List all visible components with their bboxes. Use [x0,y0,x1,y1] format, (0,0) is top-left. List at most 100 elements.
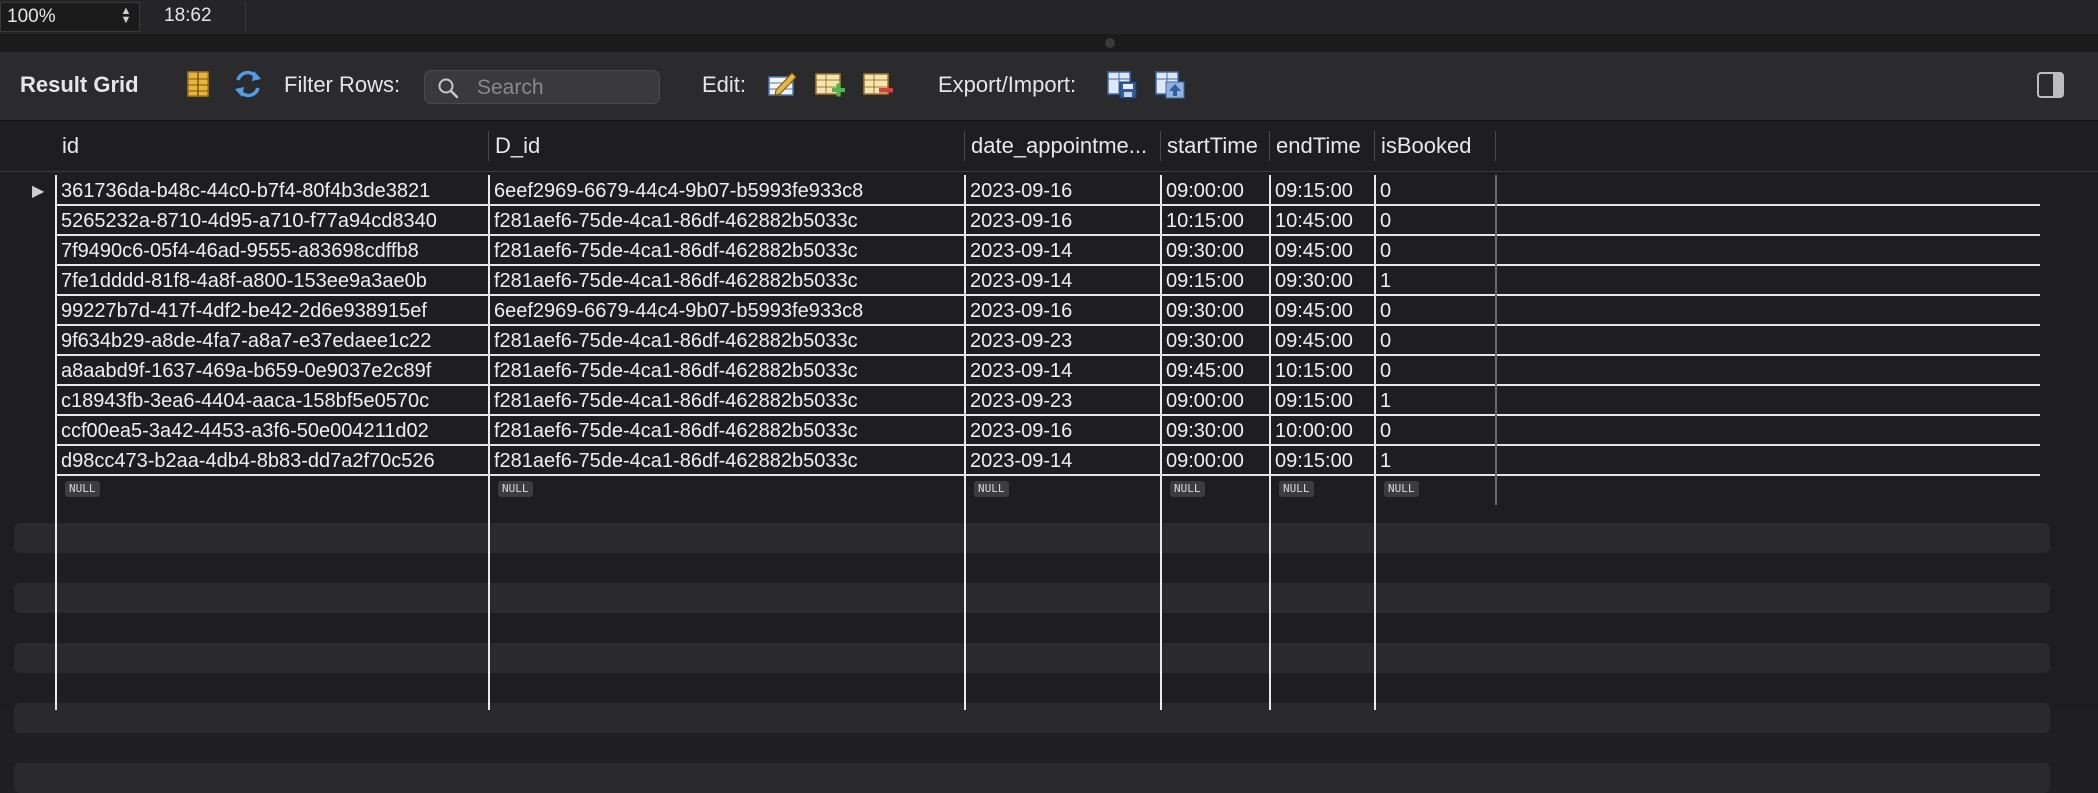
cell-date-appointment[interactable]: 2023-09-16 [964,417,1160,445]
cell-start-time[interactable]: 09:30:00 [1160,327,1269,355]
result-grid-title: Result Grid [20,72,139,97]
cell-d-id[interactable]: f281aef6-75de-4ca1-86df-462882b5033c [488,327,964,355]
table-row[interactable]: ▶ 361736da-b48c-44c0-b7f4-80f4b3de3821 6ee… [0,177,2040,206]
cell-is-booked[interactable]: 0 [1374,327,1494,355]
cell-d-id[interactable]: f281aef6-75de-4ca1-86df-462882b5033c [488,267,964,295]
form-editor-icon[interactable] [182,68,214,100]
cell-id[interactable]: 7fe1dddd-81f8-4a8f-a800-153ee9a3ae0b [55,267,488,295]
cell-id[interactable]: d98cc473-b2aa-4db4-8b83-dd7a2f70c526 [55,447,488,475]
table-row[interactable]: d98cc473-b2aa-4db4-8b83-dd7a2f70c526 f281… [0,447,2040,476]
cell-start-time[interactable]: 10:15:00 [1160,207,1269,235]
new-row[interactable]: NULL NULL NULL NULL NULL NULL [0,477,2040,507]
table-row[interactable]: 7fe1dddd-81f8-4a8f-a800-153ee9a3ae0b f281… [0,267,2040,296]
column-divider[interactable] [488,131,489,161]
grid-body[interactable]: ▶ 361736da-b48c-44c0-b7f4-80f4b3de3821 6ee… [0,175,2098,793]
zoom-stepper-icon[interactable]: ▲ ▼ [119,6,133,27]
table-row[interactable]: 7f9490c6-05f4-46ad-9555-a83698cdffb8 f281… [0,237,2040,266]
column-header-is-booked[interactable]: isBooked [1376,121,1494,171]
cell-start-time[interactable]: 09:30:00 [1160,417,1269,445]
cell-end-time[interactable]: 09:45:00 [1269,237,1374,265]
cell-is-booked[interactable]: 1 [1374,447,1494,475]
edit-row-icon[interactable] [766,68,798,100]
cell-start-time[interactable]: 09:45:00 [1160,357,1269,385]
column-header-start-time[interactable]: startTime [1162,121,1269,171]
splitter-handle-icon[interactable] [1105,38,1115,48]
column-divider[interactable] [1374,131,1375,161]
zoom-select[interactable]: 100% ▲ ▼ [0,2,140,32]
cell-d-id[interactable]: 6eef2969-6679-44c4-9b07-b5993fe933c8 [488,297,964,325]
cell-id[interactable]: 361736da-b48c-44c0-b7f4-80f4b3de3821 [55,177,488,205]
cell-id[interactable]: 7f9490c6-05f4-46ad-9555-a83698cdffb8 [55,237,488,265]
cell-is-booked[interactable]: 0 [1374,357,1494,385]
cell-end-time[interactable]: 09:30:00 [1269,267,1374,295]
cell-end-time[interactable]: 09:45:00 [1269,297,1374,325]
cell-d-id[interactable]: f281aef6-75de-4ca1-86df-462882b5033c [488,417,964,445]
result-grid[interactable]: id D_id date_appointme... startTime endT… [0,121,2098,793]
cell-date-appointment[interactable]: 2023-09-16 [964,207,1160,235]
cell-end-time[interactable]: 09:15:00 [1269,177,1374,205]
cell-id[interactable]: 5265232a-8710-4d95-a710-f77a94cd8340 [55,207,488,235]
cell-end-time[interactable]: 10:15:00 [1269,357,1374,385]
cell-date-appointment[interactable]: 2023-09-23 [964,387,1160,415]
cell-is-booked[interactable]: 0 [1374,207,1494,235]
cell-id[interactable]: 99227b7d-417f-4df2-be42-2d6e938915ef [55,297,488,325]
cell-is-booked[interactable]: 0 [1374,237,1494,265]
cell-is-booked[interactable]: 0 [1374,297,1494,325]
cell-start-time[interactable]: 09:30:00 [1160,297,1269,325]
table-row[interactable]: a8aabd9f-1637-469a-b659-0e9037e2c89f f281… [0,357,2040,386]
cell-end-time[interactable]: 09:15:00 [1269,387,1374,415]
column-divider[interactable] [1495,131,1496,161]
sidebar-toggle-icon[interactable] [2036,70,2066,100]
cell-id[interactable]: 9f634b29-a8de-4fa7-a8a7-e37edaee1c22 [55,327,488,355]
cell-start-time[interactable]: 09:00:00 [1160,387,1269,415]
column-header-d-id[interactable]: D_id [490,121,964,171]
import-icon[interactable] [1154,68,1186,100]
cell-date-appointment[interactable]: 2023-09-23 [964,327,1160,355]
add-row-icon[interactable] [814,68,846,100]
column-divider[interactable] [964,131,965,161]
table-row[interactable]: 99227b7d-417f-4df2-be42-2d6e938915ef 6eef… [0,297,2040,326]
cell-date-appointment[interactable]: 2023-09-14 [964,447,1160,475]
cell-d-id[interactable]: 6eef2969-6679-44c4-9b07-b5993fe933c8 [488,177,964,205]
cell-start-time[interactable]: 09:30:00 [1160,237,1269,265]
cell-d-id[interactable]: f281aef6-75de-4ca1-86df-462882b5033c [488,447,964,475]
cell-date-appointment[interactable]: 2023-09-16 [964,177,1160,205]
filter-rows-search[interactable] [424,70,660,104]
table-row[interactable]: c18943fb-3ea6-4404-aaca-158bf5e0570c f281… [0,387,2040,416]
cell-end-time[interactable]: 09:15:00 [1269,447,1374,475]
delete-row-icon[interactable] [862,68,894,100]
cell-date-appointment[interactable]: 2023-09-14 [964,357,1160,385]
search-input[interactable] [475,73,655,103]
cell-date-appointment[interactable]: 2023-09-14 [964,267,1160,295]
cell-end-time[interactable]: 10:00:00 [1269,417,1374,445]
column-divider[interactable] [1269,131,1270,161]
cell-d-id[interactable]: f281aef6-75de-4ca1-86df-462882b5033c [488,237,964,265]
cell-id[interactable]: c18943fb-3ea6-4404-aaca-158bf5e0570c [55,387,488,415]
cell-end-time[interactable]: 10:45:00 [1269,207,1374,235]
column-divider[interactable] [1160,131,1161,161]
cell-id[interactable]: a8aabd9f-1637-469a-b659-0e9037e2c89f [55,357,488,385]
cell-date-appointment[interactable]: 2023-09-14 [964,237,1160,265]
cell-d-id[interactable]: f281aef6-75de-4ca1-86df-462882b5033c [488,207,964,235]
cell-d-id[interactable]: f281aef6-75de-4ca1-86df-462882b5033c [488,357,964,385]
cell-date-appointment[interactable]: 2023-09-16 [964,297,1160,325]
cell-end-time[interactable]: 09:45:00 [1269,327,1374,355]
cell-start-time[interactable]: 09:00:00 [1160,447,1269,475]
export-icon[interactable] [1106,68,1138,100]
column-header-id[interactable]: id [57,121,487,171]
cell-is-booked[interactable]: 0 [1374,177,1494,205]
table-row[interactable]: ccf00ea5-3a42-4453-a3f6-50e004211d02 f281… [0,417,2040,446]
pane-splitter[interactable] [0,34,2098,52]
cell-is-booked[interactable]: 1 [1374,267,1494,295]
cell-d-id[interactable]: f281aef6-75de-4ca1-86df-462882b5033c [488,387,964,415]
table-row[interactable]: 5265232a-8710-4d95-a710-f77a94cd8340 f281… [0,207,2040,236]
cell-id[interactable]: ccf00ea5-3a42-4453-a3f6-50e004211d02 [55,417,488,445]
column-header-date-appointment[interactable]: date_appointme... [966,121,1160,171]
cell-is-booked[interactable]: 1 [1374,387,1494,415]
table-row[interactable]: 9f634b29-a8de-4fa7-a8a7-e37edaee1c22 f281… [0,327,2040,356]
cell-is-booked[interactable]: 0 [1374,417,1494,445]
refresh-icon[interactable] [232,68,264,100]
cell-start-time[interactable]: 09:15:00 [1160,267,1269,295]
column-header-end-time[interactable]: endTime [1271,121,1374,171]
cell-start-time[interactable]: 09:00:00 [1160,177,1269,205]
